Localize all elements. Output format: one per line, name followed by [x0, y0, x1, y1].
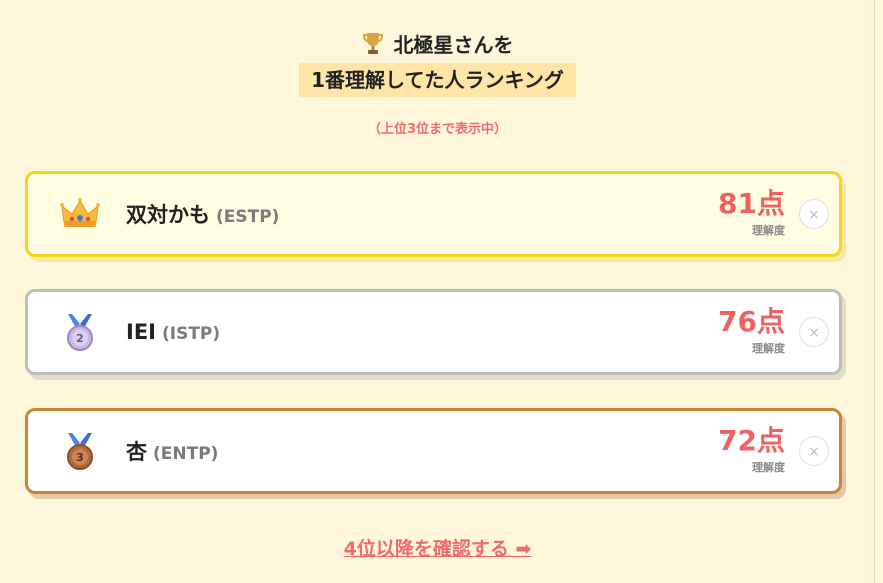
user-name-group: 杏 (ENTP) [126, 436, 218, 466]
crown-icon [60, 198, 100, 227]
score-group: 72点 理解度 [718, 425, 785, 475]
title-line-2: 1番理解してた人ランキング [299, 63, 576, 97]
ranking-card-3: 3 杏 (ENTP) 72点 理解度 × [25, 408, 842, 494]
score-value: 76点 [718, 305, 785, 338]
user-type: (ISTP) [161, 324, 221, 344]
user-name: IEI [126, 320, 156, 344]
title-text-1: 北極星さんを [393, 32, 514, 57]
see-more-link[interactable]: 4位以降を確認する ➡ [0, 534, 875, 561]
close-button[interactable]: × [799, 317, 829, 347]
close-button[interactable]: × [799, 436, 829, 466]
user-name-group: IEI (ISTP) [126, 320, 220, 344]
ranking-title: 北極星さんを 1番理解してた人ランキング [0, 28, 875, 97]
user-type: (ESTP) [216, 207, 280, 227]
close-button[interactable]: × [799, 199, 829, 229]
ranking-card-1: 双対かも (ESTP) 81点 理解度 × [25, 171, 842, 257]
user-type: (ENTP) [153, 444, 219, 464]
score-label: 理解度 [752, 461, 785, 474]
user-name-group: 双対かも (ESTP) [126, 199, 279, 229]
trophy-icon [362, 33, 383, 54]
title-line-1: 北極星さんを [362, 28, 514, 58]
ranking-card-2: 2 IEI (ISTP) 76点 理解度 × [25, 289, 842, 375]
score-label: 理解度 [752, 342, 785, 355]
score-group: 76点 理解度 [718, 306, 785, 356]
panel-edge [874, 0, 883, 583]
score-value: 72点 [718, 424, 785, 457]
user-name: 双対かも [126, 203, 210, 227]
score-group: 81点 理解度 [718, 188, 785, 238]
score-value: 81点 [718, 187, 785, 220]
bronze-medal-icon: 3 [67, 433, 93, 470]
silver-medal-icon: 2 [67, 314, 93, 351]
user-name: 杏 [126, 440, 147, 464]
medal-number: 3 [76, 451, 84, 464]
medal-number: 2 [76, 332, 84, 345]
subtitle: （上位3位まで表示中） [367, 122, 508, 137]
score-label: 理解度 [752, 224, 785, 237]
